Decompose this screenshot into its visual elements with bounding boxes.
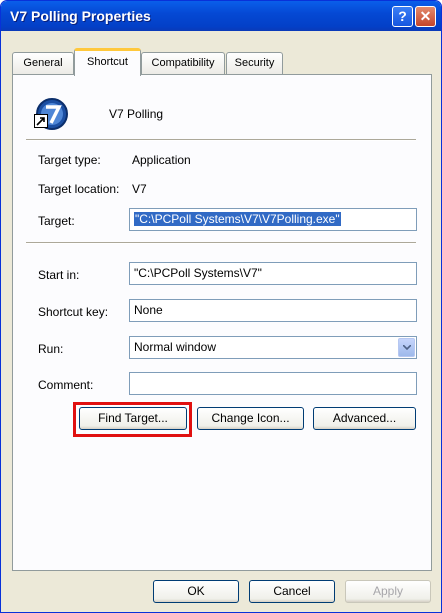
help-button[interactable]: ? [392, 6, 413, 27]
run-select[interactable]: Normal window [129, 336, 417, 359]
target-input[interactable]: "C:\PCPoll Systems\V7\V7Polling.exe" [129, 208, 417, 231]
divider [26, 139, 416, 141]
shortcut-panel [12, 74, 432, 571]
apply-button[interactable]: Apply [345, 580, 431, 603]
shortcut-key-label: Shortcut key: [38, 305, 109, 319]
target-label: Target: [38, 214, 75, 228]
target-location-value: V7 [132, 182, 147, 196]
window-title: V7 Polling Properties [10, 8, 151, 24]
target-type-value: Application [132, 153, 191, 167]
target-input-value: "C:\PCPoll Systems\V7\V7Polling.exe" [134, 212, 341, 226]
run-label: Run: [38, 342, 64, 356]
comment-label: Comment: [38, 378, 94, 392]
properties-dialog: V7 Polling Properties ? ✕ General Shortc… [0, 0, 442, 613]
shortcut-arrow-icon [34, 114, 48, 128]
start-in-label: Start in: [38, 268, 80, 282]
start-in-input[interactable]: "C:\PCPoll Systems\V7" [129, 262, 417, 285]
tab-general[interactable]: General [12, 52, 74, 74]
tab-security[interactable]: Security [226, 52, 283, 74]
tab-shortcut[interactable]: Shortcut [74, 48, 141, 76]
shortcut-key-input[interactable]: None [129, 299, 417, 322]
target-location-label: Target location: [38, 182, 120, 196]
comment-input[interactable] [129, 372, 417, 395]
tab-compatibility[interactable]: Compatibility [141, 52, 225, 74]
cancel-button[interactable]: Cancel [249, 580, 335, 603]
ok-button[interactable]: OK [153, 580, 239, 603]
divider [26, 242, 416, 244]
advanced-button[interactable]: Advanced... [313, 407, 416, 430]
target-type-label: Target type: [38, 153, 101, 167]
close-button[interactable]: ✕ [415, 6, 436, 27]
chevron-down-icon[interactable] [398, 338, 415, 357]
highlight-box [73, 402, 192, 437]
title-bar[interactable]: V7 Polling Properties ? ✕ [1, 1, 441, 31]
shortcut-name: V7 Polling [109, 107, 164, 121]
change-icon-button[interactable]: Change Icon... [197, 407, 304, 430]
run-select-value: Normal window [134, 340, 217, 354]
